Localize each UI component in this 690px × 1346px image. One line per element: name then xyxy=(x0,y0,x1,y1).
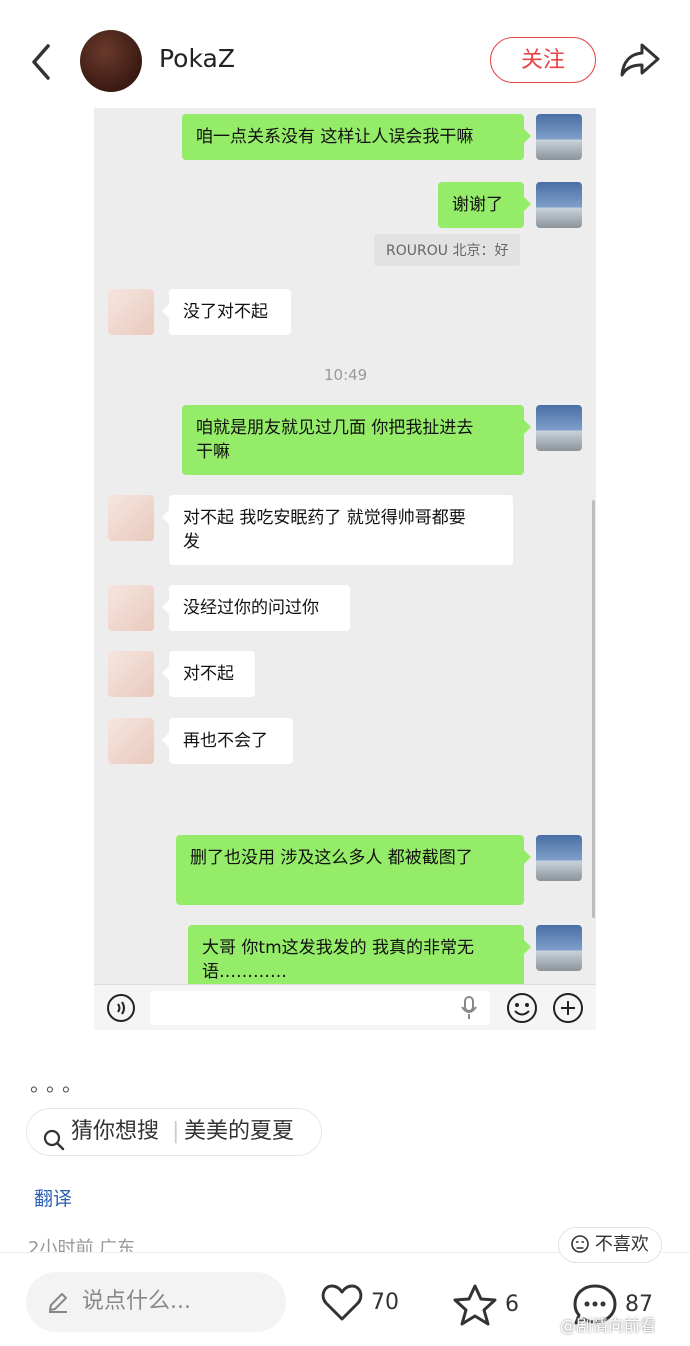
dislike-button[interactable]: 不喜欢 xyxy=(558,1227,662,1263)
dislike-icon xyxy=(571,1235,595,1258)
chat-bubble-sent: 删了也没用 涉及这么多人 都被截图了 xyxy=(176,835,531,905)
bubble-line: 咱就是朋友就见过几面 你把我扯进去 xyxy=(196,418,474,438)
sender-avatar xyxy=(536,114,582,160)
quoted-message: ROUROU 北京：好 xyxy=(374,234,521,266)
star-icon xyxy=(452,1284,498,1326)
guess-search-chip[interactable]: 猜你想搜 | 美美的夏夏 xyxy=(26,1108,322,1156)
guess-term: 美美的夏夏 xyxy=(184,1119,295,1144)
chat-bubble-received: 没了对不起 xyxy=(162,289,291,335)
chat-bubble-received: 对不起 我吃安眠药了 就觉得帅哥都要 发 xyxy=(162,495,513,565)
back-arrow-icon[interactable] xyxy=(28,40,58,84)
chat-bubble-received: 对不起 xyxy=(162,651,255,697)
emoji-icon xyxy=(506,992,538,1028)
watermark: @剧情向前看 xyxy=(560,1316,657,1335)
pen-icon xyxy=(46,1290,70,1314)
receiver-avatar xyxy=(108,585,154,631)
receiver-avatar xyxy=(108,651,154,697)
post-text: 。。。 xyxy=(30,1072,88,1096)
receiver-avatar xyxy=(108,495,154,541)
plus-icon xyxy=(552,992,584,1028)
follow-button[interactable]: 关注 xyxy=(490,37,596,83)
comment-placeholder: 说点什么... xyxy=(82,1289,191,1314)
author-name[interactable]: PokaZ xyxy=(159,44,235,73)
mic-icon xyxy=(460,996,478,1024)
chat-bubble-sent: 咱一点关系没有 这样让人误会我干嘛 xyxy=(182,114,531,160)
author-avatar[interactable] xyxy=(80,30,142,92)
chat-input-bar xyxy=(94,984,596,1030)
like-button[interactable]: 70 xyxy=(320,1283,399,1323)
chat-bubble-sent: 谢谢了 xyxy=(438,182,531,228)
collect-button[interactable]: 6 xyxy=(452,1283,519,1327)
bubble-line: 大哥 你tm这发我发的 我真的非常无 xyxy=(202,938,475,958)
voice-icon xyxy=(106,993,136,1027)
sender-avatar xyxy=(536,182,582,228)
dislike-label: 不喜欢 xyxy=(594,1234,649,1255)
bubble-line: 语………… xyxy=(202,962,287,982)
like-count: 70 xyxy=(371,1290,399,1315)
bubble-line: 发 xyxy=(183,532,200,552)
sender-avatar xyxy=(536,925,582,971)
sender-avatar xyxy=(536,835,582,881)
chat-text-field xyxy=(150,991,490,1025)
post-header: PokaZ 关注 xyxy=(0,0,690,112)
receiver-avatar xyxy=(108,289,154,335)
search-icon xyxy=(43,1122,65,1168)
star-count: 6 xyxy=(505,1292,519,1317)
bubble-line: 干嘛 xyxy=(196,442,230,462)
chat-scrollbar xyxy=(592,500,595,918)
chat-bubble-received: 没经过你的问过你 xyxy=(162,585,350,631)
chat-timestamp: 10:49 xyxy=(324,366,368,384)
chat-bubble-received: 再也不会了 xyxy=(162,718,293,764)
chat-bubble-sent: 咱就是朋友就见过几面 你把我扯进去 干嘛 xyxy=(182,405,531,475)
guess-label: 猜你想搜 xyxy=(71,1119,160,1144)
heart-icon xyxy=(320,1284,364,1321)
post-image[interactable]: 咱一点关系没有 这样让人误会我干嘛 谢谢了 ROUROU 北京：好 没了对不起 … xyxy=(94,108,596,1030)
share-icon[interactable] xyxy=(618,40,662,80)
sender-avatar xyxy=(536,405,582,451)
comment-input[interactable]: 说点什么... xyxy=(26,1272,286,1332)
chip-divider: | xyxy=(172,1119,180,1144)
receiver-avatar xyxy=(108,718,154,764)
bubble-line: 对不起 我吃安眠药了 就觉得帅哥都要 xyxy=(183,508,466,528)
translate-link[interactable]: 翻译 xyxy=(34,1184,72,1211)
